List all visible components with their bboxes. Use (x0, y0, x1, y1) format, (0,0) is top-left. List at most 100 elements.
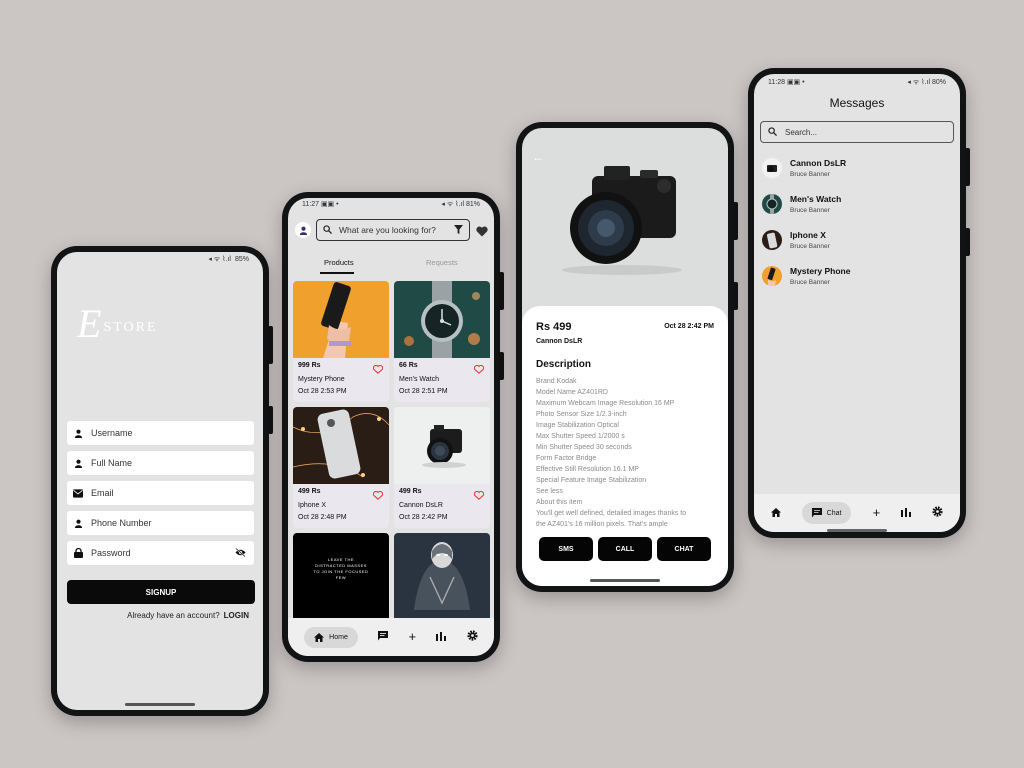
product-date: Oct 28 2:51 PM (399, 388, 448, 395)
add-icon[interactable]: + (409, 630, 417, 643)
call-button[interactable]: CALL (598, 537, 652, 561)
phone-number-field[interactable]: Phone Number (67, 511, 254, 535)
search-placeholder: What are you looking for? (339, 225, 436, 235)
tab-requests-label: Requests (426, 258, 458, 267)
avatar (762, 230, 782, 250)
person-icon (73, 458, 83, 468)
conversation-item[interactable]: Cannon DsLR Bruce Banner (762, 154, 952, 184)
full-name-field[interactable]: Full Name (67, 451, 254, 475)
avatar[interactable] (295, 222, 311, 238)
battery-text: 80% (931, 78, 946, 86)
nav-chat-label: Chat (826, 509, 842, 517)
product-card[interactable]: 499 Rs Cannon DsLR Oct 28 2:42 PM (394, 407, 490, 528)
lock-icon (73, 548, 83, 558)
app-logo: E STORE (77, 304, 158, 344)
logo-letter: E (77, 301, 102, 346)
phone-products: 11:27 ▣▣ • ◂ ᯤ ⌇.ıl 81% What are you loo… (282, 192, 504, 662)
email-field[interactable]: Email (67, 481, 254, 505)
product-date: Oct 28 2:42 PM (399, 514, 448, 521)
description-line: You'll get well defined, detailed images… (536, 510, 687, 517)
search-input[interactable]: What are you looking for? (316, 219, 470, 241)
add-icon[interactable]: + (873, 506, 881, 519)
detail-name: Cannon DsLR (536, 338, 583, 345)
search-placeholder: Search... (785, 127, 818, 137)
favorite-heart-icon[interactable] (473, 361, 485, 379)
favorite-heart-icon[interactable] (473, 487, 485, 505)
description-line: Brand Kodak (536, 378, 577, 385)
detail-price: Rs 499 (536, 321, 572, 333)
home-icon (314, 632, 325, 642)
password-placeholder: Password (91, 548, 131, 558)
search-input[interactable]: Search... (760, 121, 954, 143)
person-icon (73, 428, 83, 438)
messages-screen: 11:28 ▣▣ • ◂ ᯤ ⌇.ıl 80% Messages Search.… (754, 74, 960, 532)
description-title: Description (536, 359, 592, 370)
product-name: Mystery Phone (298, 376, 345, 383)
poster-text: LEAVE THE DISTRACTED MASSES TO JOIN THE … (313, 557, 369, 580)
description-line: the AZ401's 16 million pixels. That's am… (536, 521, 668, 528)
bar-chart-icon[interactable] (436, 628, 447, 646)
time-text: 11:27 (302, 201, 319, 208)
conversation-user: Bruce Banner (790, 243, 830, 250)
nav-home[interactable]: Home (304, 626, 358, 648)
product-price: 499 Rs (298, 488, 321, 495)
visibility-off-icon[interactable] (235, 547, 246, 559)
home-indicator (590, 579, 660, 582)
home-indicator (125, 703, 195, 706)
favorite-heart-icon[interactable] (372, 361, 384, 379)
tab-requests[interactable]: Requests (426, 258, 458, 267)
see-less-link[interactable]: See less (536, 486, 721, 497)
phone-messages: 11:28 ▣▣ • ◂ ᯤ ⌇.ıl 80% Messages Search.… (748, 68, 970, 538)
nav-home-label: Home (329, 633, 348, 641)
conversation-item[interactable]: Iphone X Bruce Banner (762, 226, 952, 256)
product-card[interactable]: 66 Rs Men's Watch Oct 28 2:51 PM (394, 281, 490, 402)
favorites-heart-icon[interactable] (476, 224, 488, 242)
settings-gear-icon[interactable] (467, 628, 478, 646)
status-icons: ◂ ᯤ ⌇.ıl (208, 255, 231, 263)
bottom-navigation: Chat + (754, 494, 960, 532)
time-text: 11:28 (768, 79, 785, 86)
favorite-heart-icon[interactable] (372, 487, 384, 505)
logo-word: STORE (103, 320, 158, 335)
chat-icon[interactable] (378, 628, 389, 646)
description-line: Form Factor Bridge (536, 455, 597, 462)
filter-icon[interactable] (454, 224, 463, 236)
avatar (762, 266, 782, 286)
settings-gear-icon[interactable] (932, 504, 943, 522)
product-date: Oct 28 2:53 PM (298, 388, 347, 395)
product-card[interactable]: 999 Rs Mystery Phone Oct 28 2:53 PM (293, 281, 389, 402)
signup-screen: ◂ ᯤ ⌇.ıl 85% E STORE Username Full Name … (57, 252, 263, 710)
avatar (762, 158, 782, 178)
product-name: Cannon DsLR (399, 502, 443, 509)
description-line: Effective Still Resolution 16.1 MP (536, 466, 639, 473)
chat-button[interactable]: CHAT (657, 537, 711, 561)
conversation-user: Bruce Banner (790, 279, 830, 286)
phone-number-placeholder: Phone Number (91, 518, 152, 528)
product-price: 66 Rs (399, 362, 418, 369)
chat-icon (811, 508, 822, 518)
login-link[interactable]: LOGIN (224, 611, 249, 620)
description-line: Photo Sensor Size 1/2.3-inch (536, 411, 627, 418)
password-field[interactable]: Password (67, 541, 254, 565)
description-line: Special Feature Image Stabilization (536, 477, 647, 484)
home-icon[interactable] (770, 504, 781, 522)
sms-button[interactable]: SMS (539, 537, 593, 561)
conversation-name: Men's Watch (790, 194, 842, 204)
conversation-name: Iphone X (790, 230, 826, 240)
conversation-item[interactable]: Mystery Phone Bruce Banner (762, 262, 952, 292)
nav-chat[interactable]: Chat (801, 502, 852, 524)
bar-chart-icon[interactable] (901, 504, 912, 522)
product-image-moon-knight (414, 542, 470, 610)
description-line: About this item (536, 499, 583, 506)
conversation-item[interactable]: Men's Watch Bruce Banner (762, 190, 952, 220)
description-body: Brand Kodak Model Name AZ401RD Maximum W… (536, 376, 721, 530)
tab-products[interactable]: Products (320, 258, 354, 274)
username-field[interactable]: Username (67, 421, 254, 445)
phone-detail: ← Rs 499 Oct 28 2:42 PM Cannon DsLR Desc… (516, 122, 738, 592)
status-icons: ◂ ᯤ ⌇.ıl (441, 200, 466, 208)
signup-button[interactable]: SIGNUP (67, 580, 255, 604)
description-line: Maximum Webcam Image Resolution 16 MP (536, 400, 675, 407)
product-hero-image (562, 166, 682, 275)
conversation-name: Cannon DsLR (790, 158, 847, 168)
product-card[interactable]: 499 Rs Iphone X Oct 28 2:48 PM (293, 407, 389, 528)
